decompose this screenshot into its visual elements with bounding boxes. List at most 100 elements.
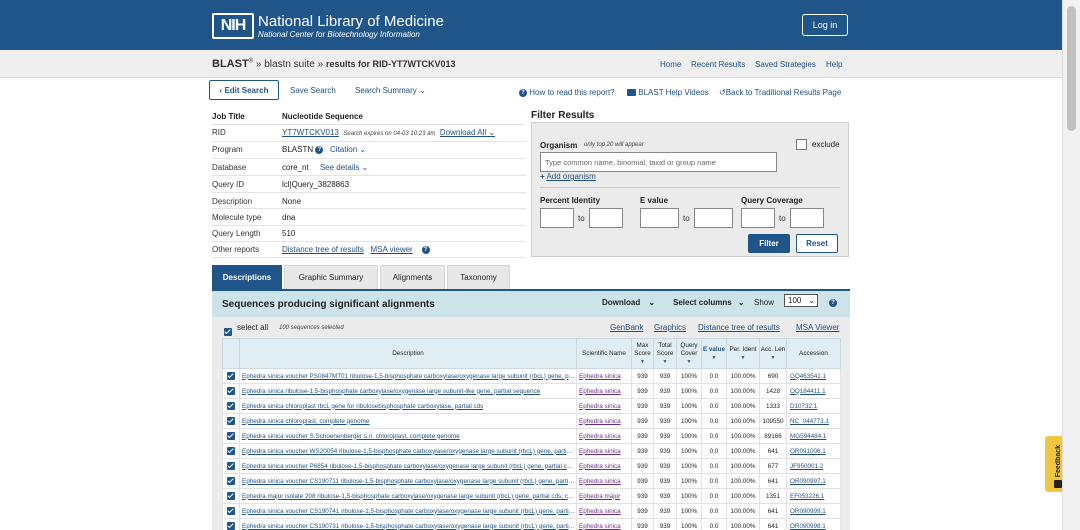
tab-graphic-summary[interactable]: Graphic Summary: [284, 265, 378, 289]
accession-link[interactable]: D10732.1: [786, 398, 841, 414]
scientific-name-link[interactable]: Ephedra sinica: [576, 368, 632, 384]
accession-link[interactable]: OQ184411.1: [786, 383, 841, 399]
description-link[interactable]: Ephedra sinica voucher S.Schoenenberger …: [239, 428, 577, 444]
header-total-score[interactable]: Total Score ▼: [653, 338, 677, 369]
header-query-cover[interactable]: Query Cover ▼: [676, 338, 702, 369]
query-coverage-max-input[interactable]: [790, 208, 824, 228]
see-details-dropdown[interactable]: See details ⌄: [320, 163, 369, 172]
accession-link[interactable]: GQ463541.1: [786, 368, 841, 384]
accession-link[interactable]: NC_044773.1: [786, 413, 841, 429]
scientific-name-link[interactable]: Ephedra major: [576, 488, 632, 504]
tab-alignments[interactable]: Alignments: [380, 265, 445, 289]
back-traditional-link[interactable]: ↺Back to Traditional Results Page: [719, 88, 841, 97]
nlm-logo[interactable]: NIH National Library of Medicine Nationa…: [212, 13, 444, 39]
help-icon[interactable]: ?: [421, 245, 430, 254]
description-link[interactable]: Ephedra major isolate 208 ribulose-1,5-b…: [239, 488, 577, 504]
accession-link[interactable]: OR090999.1: [786, 503, 841, 519]
scientific-name-link[interactable]: Ephedra sinica: [576, 383, 632, 399]
row-checkbox[interactable]: [222, 383, 240, 399]
scientific-name-link[interactable]: Ephedra sinica: [576, 413, 632, 429]
query-coverage-min-input[interactable]: [741, 208, 775, 228]
percent-identity-max-input[interactable]: [589, 208, 623, 228]
nav-saved-strategies[interactable]: Saved Strategies: [755, 60, 816, 69]
row-checkbox[interactable]: [222, 503, 240, 519]
msa-viewer-link[interactable]: MSA viewer: [370, 245, 412, 254]
header-max-score[interactable]: Max Score ▼: [631, 338, 654, 369]
scientific-name-link[interactable]: Ephedra sinica: [576, 458, 632, 474]
exclude-checkbox[interactable]: [796, 139, 807, 150]
evalue-max-input[interactable]: [694, 208, 733, 228]
header-description[interactable]: Description: [239, 338, 577, 369]
edit-search-button[interactable]: ‹ Edit Search: [209, 80, 279, 100]
feedback-button[interactable]: Feedback: [1045, 436, 1062, 492]
vertical-scrollbar[interactable]: [1062, 0, 1080, 530]
login-button[interactable]: Log in: [802, 14, 848, 36]
genbank-link[interactable]: GenBank: [610, 323, 643, 332]
scientific-name-link[interactable]: Ephedra sinica: [576, 398, 632, 414]
description-link[interactable]: Ephedra sinica voucher PS0847MT01 ribulo…: [239, 368, 577, 384]
nav-home[interactable]: Home: [660, 60, 681, 69]
percent-identity-min-input[interactable]: [540, 208, 574, 228]
search-summary-dropdown[interactable]: Search Summary ⌄: [355, 86, 426, 95]
description-link[interactable]: Ephedra sinica voucher CS190711 ribulose…: [239, 473, 577, 489]
header-per-ident[interactable]: Per. Ident ▼: [726, 338, 760, 369]
organism-input[interactable]: Type common name, binomial, taxid or gro…: [540, 152, 777, 172]
scientific-name-link[interactable]: Ephedra sinica: [576, 473, 632, 489]
description-link[interactable]: Ephedra sinica voucher WS20054 ribulose-…: [239, 443, 577, 459]
rid-link[interactable]: YT7WTCKV013: [282, 128, 339, 137]
tab-taxonomy[interactable]: Taxonomy: [447, 265, 510, 289]
header-acc-len[interactable]: Acc. Len ▼: [759, 338, 787, 369]
description-link[interactable]: Ephedra sinica chloroplast rbcL gene for…: [239, 398, 577, 414]
accession-link[interactable]: OR091006.1: [786, 443, 841, 459]
show-count-select[interactable]: 100 ⌄: [784, 294, 818, 307]
header-evalue[interactable]: E value ▼: [701, 338, 727, 369]
description-link[interactable]: Ephedra sinica voucher CS190741 ribulose…: [239, 503, 577, 519]
reset-button[interactable]: Reset: [796, 234, 838, 253]
row-checkbox[interactable]: [222, 458, 240, 474]
description-link[interactable]: Ephedra sinica voucher CS190731 ribulose…: [239, 518, 577, 530]
download-all-dropdown[interactable]: Download All ⌄: [440, 128, 495, 137]
scrollbar-thumb[interactable]: [1067, 6, 1076, 131]
distance-tree-link[interactable]: Distance tree of results: [698, 323, 780, 332]
scientific-name-link[interactable]: Ephedra sinica: [576, 443, 632, 459]
header-scientific-name[interactable]: Scientific Name: [576, 338, 632, 369]
tab-descriptions[interactable]: Descriptions: [212, 265, 282, 289]
scientific-name-link[interactable]: Ephedra sinica: [576, 503, 632, 519]
nav-help[interactable]: Help: [826, 60, 842, 69]
citation-dropdown[interactable]: Citation ⌄: [330, 145, 366, 154]
header-accession[interactable]: Accession: [786, 338, 841, 369]
how-to-read-link[interactable]: ? How to read this report?: [519, 88, 615, 97]
row-checkbox[interactable]: [222, 488, 240, 504]
accession-link[interactable]: MG594484.1: [786, 428, 841, 444]
accession-link[interactable]: OR090998.1: [786, 518, 841, 530]
select-columns-dropdown[interactable]: Select columns ⌄: [673, 298, 745, 307]
save-search-link[interactable]: Save Search: [290, 86, 336, 95]
graphics-link[interactable]: Graphics: [654, 323, 686, 332]
nav-recent-results[interactable]: Recent Results: [691, 60, 745, 69]
accession-link[interactable]: OR090997.1: [786, 473, 841, 489]
row-checkbox[interactable]: [222, 443, 240, 459]
description-link[interactable]: Ephedra sinica voucher P6854 ribulose-1,…: [239, 458, 577, 474]
select-all-label[interactable]: select all: [237, 323, 268, 332]
row-checkbox[interactable]: [222, 368, 240, 384]
download-dropdown[interactable]: Download ⌄: [602, 298, 655, 307]
accession-link[interactable]: JF950001.2: [786, 458, 841, 474]
add-organism-link[interactable]: + Add organism: [540, 172, 596, 181]
row-checkbox[interactable]: [222, 518, 240, 530]
help-icon[interactable]: ?: [829, 299, 837, 307]
help-icon[interactable]: ?: [315, 145, 324, 154]
help-videos-link[interactable]: BLAST Help Videos: [627, 88, 709, 97]
description-link[interactable]: Ephedra sinica ribulose-1,5-bisphosphate…: [239, 383, 577, 399]
distance-tree-link[interactable]: Distance tree of results: [282, 245, 364, 254]
scientific-name-link[interactable]: Ephedra sinica: [576, 428, 632, 444]
scientific-name-link[interactable]: Ephedra sinica: [576, 518, 632, 530]
row-checkbox[interactable]: [222, 473, 240, 489]
row-checkbox[interactable]: [222, 398, 240, 414]
filter-button[interactable]: Filter: [748, 234, 790, 253]
msa-viewer-link[interactable]: MSA Viewer: [796, 323, 839, 332]
breadcrumb-blast[interactable]: BLAST: [212, 58, 249, 70]
evalue-min-input[interactable]: [640, 208, 679, 228]
description-link[interactable]: Ephedra sinica chloroplast, complete gen…: [239, 413, 577, 429]
accession-link[interactable]: EF053226.1: [786, 488, 841, 504]
breadcrumb-suite[interactable]: blastn suite: [264, 59, 315, 70]
